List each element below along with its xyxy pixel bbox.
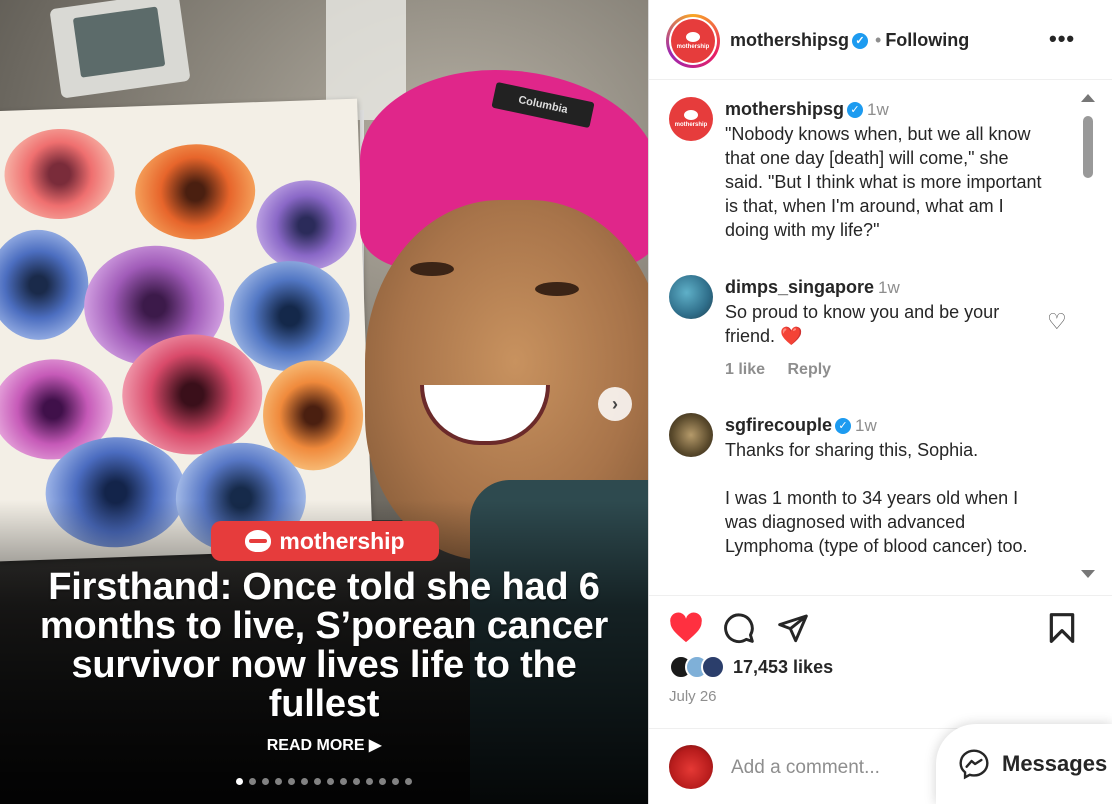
header-username[interactable]: mothershipsg ✓ bbox=[730, 30, 869, 51]
carousel-dot[interactable] bbox=[405, 778, 412, 785]
scrollbar-thumb[interactable] bbox=[1083, 116, 1093, 178]
save-bookmark-icon[interactable] bbox=[1047, 612, 1077, 644]
post-headline: Firsthand: Once told she had 6 months to… bbox=[39, 566, 609, 725]
carousel-dots bbox=[0, 778, 648, 785]
like-comment-heart-icon[interactable]: ♡ bbox=[1047, 309, 1067, 335]
comment-likes[interactable]: 1 like bbox=[725, 361, 765, 378]
comment-time: 1w bbox=[878, 278, 900, 297]
carousel-dot[interactable] bbox=[353, 778, 360, 785]
comment-time: 1w bbox=[855, 416, 877, 435]
avatar bbox=[701, 655, 725, 679]
read-more-link[interactable]: READ MORE ▶ bbox=[0, 735, 648, 755]
mothership-logo-icon: mothership bbox=[671, 99, 711, 139]
carousel-dot[interactable] bbox=[379, 778, 386, 785]
verified-badge-icon: ✓ bbox=[847, 102, 864, 119]
messenger-icon bbox=[959, 749, 989, 780]
avatar[interactable]: mothership bbox=[666, 14, 720, 68]
carousel-dot[interactable] bbox=[314, 778, 321, 785]
right-eye bbox=[535, 282, 579, 296]
avatar bbox=[669, 745, 713, 789]
mothership-logo-icon: mothership bbox=[671, 19, 715, 63]
comment-text: Thanks for sharing this, Sophia. I was 1… bbox=[725, 440, 1028, 556]
carousel-dot[interactable] bbox=[366, 778, 373, 785]
comment-username[interactable]: dimps_singapore bbox=[725, 277, 874, 297]
add-comment-input[interactable]: Add a comment... bbox=[731, 757, 880, 779]
scroll-down-arrow[interactable] bbox=[1081, 570, 1095, 578]
messages-button[interactable]: Messages bbox=[936, 724, 1112, 804]
comments-list[interactable]: mothership mothershipsg ✓ 1w "Nobody knows… bbox=[649, 80, 1112, 580]
scroll-up-arrow[interactable] bbox=[1081, 94, 1095, 102]
reply-button[interactable]: Reply bbox=[787, 361, 831, 378]
comment-username[interactable]: sgfirecouple bbox=[725, 415, 832, 435]
left-eye bbox=[410, 262, 454, 276]
messages-label: Messages bbox=[1002, 751, 1108, 776]
avatar[interactable]: mothership bbox=[669, 97, 713, 141]
carousel-dot[interactable] bbox=[327, 778, 334, 785]
avatar[interactable] bbox=[669, 413, 713, 457]
carousel-dot[interactable] bbox=[340, 778, 347, 785]
brand-pill: mothership bbox=[211, 521, 439, 561]
comment-text: So proud to know you and be your friend.… bbox=[725, 302, 1000, 346]
comment-username[interactable]: mothershipsg bbox=[725, 99, 844, 119]
flower-drawing-image bbox=[0, 98, 373, 562]
post-sidebar: mothership mothershipsg ✓ • Following ••• … bbox=[648, 0, 1112, 804]
mothership-logo-icon bbox=[245, 530, 272, 552]
post-media[interactable]: Columbia › mothership Firsthand: Once to… bbox=[0, 0, 648, 804]
like-heart-icon[interactable] bbox=[669, 612, 703, 644]
comment-text: "Nobody knows when, but we all know that… bbox=[725, 124, 1042, 240]
carousel-dot[interactable] bbox=[301, 778, 308, 785]
carousel-dot[interactable] bbox=[249, 778, 256, 785]
carousel-dot[interactable] bbox=[262, 778, 269, 785]
more-options-icon[interactable]: ••• bbox=[1049, 26, 1075, 52]
likes-summary[interactable]: 17,453 likes bbox=[669, 655, 833, 679]
likes-count[interactable]: 17,453 likes bbox=[733, 657, 833, 678]
carousel-dot[interactable] bbox=[275, 778, 282, 785]
carousel-dot[interactable] bbox=[236, 778, 243, 785]
verified-badge-icon: ✓ bbox=[852, 33, 869, 50]
comment-time: 1w bbox=[867, 100, 889, 119]
carousel-dot[interactable] bbox=[288, 778, 295, 785]
post-header: mothership mothershipsg ✓ • Following ••• bbox=[649, 0, 1112, 80]
post-date: July 26 bbox=[669, 688, 717, 705]
brand-pill-text: mothership bbox=[279, 527, 405, 554]
comment-icon[interactable] bbox=[723, 612, 755, 644]
carousel-dot[interactable] bbox=[392, 778, 399, 785]
next-slide-button[interactable]: › bbox=[598, 387, 632, 421]
following-button[interactable]: • Following bbox=[875, 30, 969, 51]
avatar[interactable] bbox=[669, 275, 713, 319]
share-icon[interactable] bbox=[777, 612, 809, 644]
chevron-right-icon: › bbox=[612, 393, 618, 414]
verified-badge-icon: ✓ bbox=[835, 418, 852, 435]
